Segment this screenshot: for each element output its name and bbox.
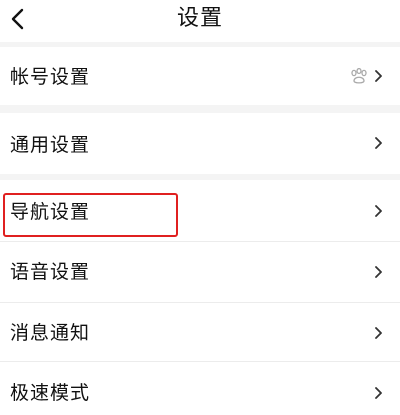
settings-item-label: 极速模式 bbox=[10, 382, 91, 404]
nav-bar: 设置 bbox=[0, 0, 400, 42]
chevron-right-icon bbox=[374, 136, 384, 150]
settings-item-label: 语音设置 bbox=[10, 261, 91, 283]
settings-item-label: 帐号设置 bbox=[10, 66, 91, 88]
settings-item-label: 导航设置 bbox=[10, 201, 91, 223]
chevron-right-icon bbox=[374, 265, 384, 279]
settings-item-label: 通用设置 bbox=[10, 134, 91, 156]
settings-item-navigation[interactable]: 导航设置 bbox=[0, 180, 400, 241]
settings-item-label: 消息通知 bbox=[10, 322, 91, 344]
chevron-right-icon bbox=[374, 326, 384, 340]
chevron-right-icon bbox=[374, 386, 384, 400]
settings-item-account[interactable]: 帐号设置 bbox=[0, 47, 400, 105]
settings-screen: 设置 帐号设置 通用设置 导航设置 语音设置 消息通知 极速模式 bbox=[0, 0, 400, 415]
page-title: 设置 bbox=[176, 6, 223, 31]
settings-item-voice[interactable]: 语音设置 bbox=[0, 242, 400, 302]
settings-item-general[interactable]: 通用设置 bbox=[0, 113, 400, 174]
chevron-right-icon bbox=[374, 204, 384, 218]
baidu-paw-icon bbox=[350, 67, 368, 84]
settings-item-notifications[interactable]: 消息通知 bbox=[0, 303, 400, 361]
settings-item-speed-mode[interactable]: 极速模式 bbox=[0, 362, 400, 415]
chevron-right-icon bbox=[374, 69, 384, 83]
